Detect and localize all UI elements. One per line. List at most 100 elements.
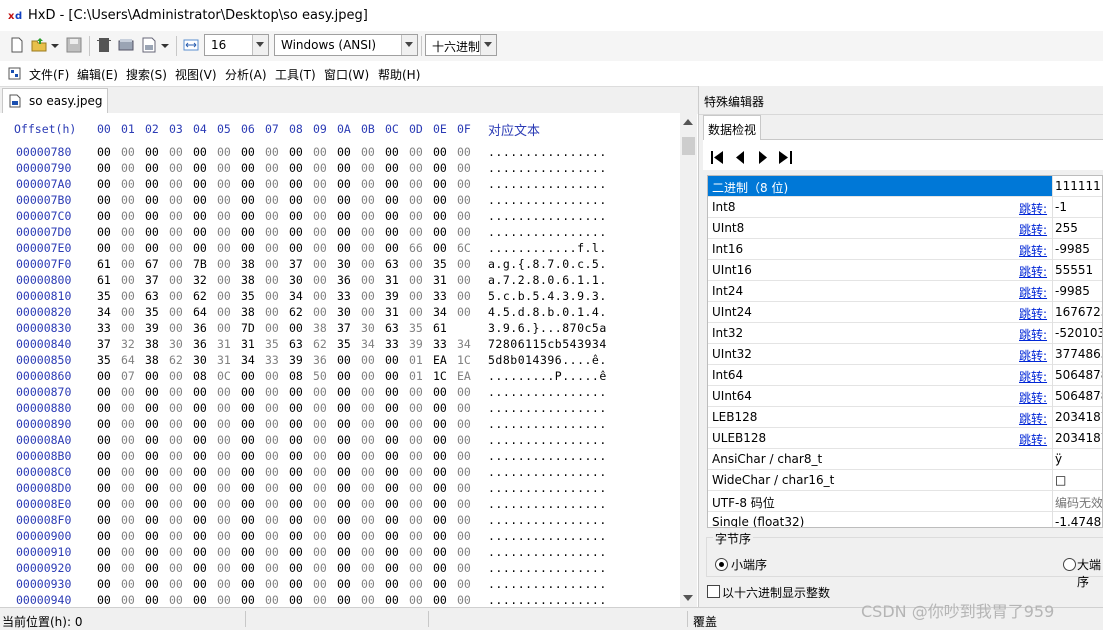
hex-byte[interactable]: 00	[409, 433, 423, 447]
row-text[interactable]: ................	[488, 161, 607, 175]
hex-row[interactable]: 000007F0 61 00 67 00 7B 00 38 00 37 00 30 00 63 00 35 00…	[0, 257, 680, 273]
hex-byte[interactable]: 00	[193, 401, 207, 415]
hex-byte[interactable]: 00	[313, 209, 327, 223]
hex-byte[interactable]: 00	[265, 273, 279, 287]
hex-byte[interactable]: 00	[145, 369, 159, 383]
hex-byte[interactable]: 00	[145, 241, 159, 255]
hex-byte[interactable]: 00	[241, 465, 255, 479]
hex-byte[interactable]: 00	[313, 145, 327, 159]
inspector-row[interactable]: 二进制（8 位) 11111111	[708, 176, 1102, 197]
hex-byte[interactable]: 00	[241, 241, 255, 255]
hex-byte[interactable]: 00	[457, 177, 471, 191]
menu-window[interactable]: 窗口(W)	[324, 66, 369, 83]
hex-byte[interactable]: 00	[193, 593, 207, 607]
hex-byte[interactable]: 00	[265, 193, 279, 207]
hex-byte[interactable]: 00	[361, 561, 375, 575]
hex-byte[interactable]: 00	[145, 593, 159, 607]
hex-byte[interactable]: 00	[385, 209, 399, 223]
hex-byte[interactable]: 35	[265, 337, 279, 351]
hex-byte[interactable]: 00	[241, 561, 255, 575]
jump-link[interactable]: 跳转:	[1019, 431, 1047, 448]
hex-byte[interactable]: 34	[241, 353, 255, 367]
hex-byte[interactable]: 00	[409, 577, 423, 591]
hex-row[interactable]: 00000790 00 00 00 00 00 00 00 00 00 00 00 00 00 00 00 00…	[0, 161, 680, 177]
hex-byte[interactable]: 33	[97, 321, 111, 335]
hex-byte[interactable]: 00	[385, 193, 399, 207]
hex-byte[interactable]: 00	[289, 209, 303, 223]
scroll-up-icon[interactable]	[683, 119, 693, 125]
hex-byte[interactable]: 00	[361, 593, 375, 607]
hex-byte[interactable]: 31	[385, 305, 399, 319]
inspector-value[interactable]: □	[1055, 473, 1066, 487]
hex-byte[interactable]: 00	[433, 593, 447, 607]
hex-row[interactable]: 000008C0 00 00 00 00 00 00 00 00 00 00 00 00 00 00 00 00…	[0, 465, 680, 481]
hex-byte[interactable]: 00	[361, 209, 375, 223]
hex-byte[interactable]: 00	[169, 289, 183, 303]
hex-byte[interactable]: 00	[265, 545, 279, 559]
scroll-down-icon[interactable]	[683, 595, 693, 601]
hex-byte[interactable]: 35	[97, 289, 111, 303]
hex-byte[interactable]: 00	[361, 513, 375, 527]
hex-byte[interactable]: 00	[217, 545, 231, 559]
hex-byte[interactable]: 00	[193, 193, 207, 207]
hex-byte[interactable]: 00	[265, 209, 279, 223]
hex-byte[interactable]: 00	[217, 433, 231, 447]
hex-byte[interactable]: 00	[361, 177, 375, 191]
hex-byte[interactable]: 00	[97, 193, 111, 207]
hex-byte[interactable]: 00	[241, 529, 255, 543]
hex-byte[interactable]: 34	[457, 337, 471, 351]
hex-row[interactable]: 00000800 61 00 37 00 32 00 38 00 30 00 36 00 31 00 31 00…	[0, 273, 680, 289]
hex-byte[interactable]: 00	[409, 305, 423, 319]
hex-byte[interactable]: 00	[121, 177, 135, 191]
inspector-row[interactable]: Int24 跳转: -9985	[708, 281, 1102, 302]
hex-row[interactable]: 000008F0 00 00 00 00 00 00 00 00 00 00 00 00 00 00 00 00…	[0, 513, 680, 529]
inspector-row[interactable]: WideChar / char16_t □	[708, 470, 1102, 491]
hex-byte[interactable]: 00	[169, 321, 183, 335]
hex-byte[interactable]: 00	[289, 481, 303, 495]
hex-byte[interactable]: 00	[313, 241, 327, 255]
hex-byte[interactable]: 00	[169, 401, 183, 415]
hex-row[interactable]: 000007B0 00 00 00 00 00 00 00 00 00 00 00 00 00 00 00 00…	[0, 193, 680, 209]
first-icon[interactable]	[711, 151, 724, 164]
hex-byte[interactable]: 00	[145, 561, 159, 575]
hex-byte[interactable]: 00	[433, 561, 447, 575]
hex-byte[interactable]: 00	[169, 497, 183, 511]
hex-row[interactable]: 00000910 00 00 00 00 00 00 00 00 00 00 00 00 00 00 00 00…	[0, 545, 680, 561]
hex-byte[interactable]: 00	[217, 289, 231, 303]
hex-byte[interactable]: 07	[121, 369, 135, 383]
hex-byte[interactable]: 00	[337, 241, 351, 255]
hex-byte[interactable]: 00	[385, 145, 399, 159]
hex-byte[interactable]: 00	[121, 449, 135, 463]
hex-byte[interactable]: 35	[409, 321, 423, 335]
hex-byte[interactable]: 00	[145, 209, 159, 223]
hex-row[interactable]: 00000830 33 00 39 00 36 00 7D 00 00 38 37 30 63 35 61 3.…	[0, 321, 680, 337]
hex-byte[interactable]: 00	[121, 145, 135, 159]
hex-byte[interactable]: 00	[361, 241, 375, 255]
hex-byte[interactable]: 00	[241, 209, 255, 223]
hex-byte[interactable]: 00	[289, 225, 303, 239]
vertical-scrollbar[interactable]	[680, 113, 697, 607]
hex-byte[interactable]: 00	[289, 417, 303, 431]
hex-byte[interactable]: 6C	[457, 241, 471, 255]
hex-byte[interactable]: 00	[361, 385, 375, 399]
hex-byte[interactable]: 00	[169, 177, 183, 191]
hex-byte[interactable]: 00	[361, 577, 375, 591]
menu-help[interactable]: 帮助(H)	[378, 66, 420, 83]
disk-image-icon[interactable]	[141, 37, 157, 53]
hex-byte[interactable]: 00	[361, 273, 375, 287]
hex-byte[interactable]: 00	[121, 289, 135, 303]
hex-byte[interactable]: 00	[409, 497, 423, 511]
hex-byte[interactable]: 00	[241, 577, 255, 591]
hex-byte[interactable]: 00	[121, 465, 135, 479]
hex-byte[interactable]: 00	[457, 417, 471, 431]
hex-byte[interactable]: 00	[265, 465, 279, 479]
hex-byte[interactable]: 00	[457, 433, 471, 447]
hex-byte[interactable]: 00	[217, 529, 231, 543]
hex-byte[interactable]: 00	[337, 369, 351, 383]
hex-byte[interactable]: 37	[289, 257, 303, 271]
hex-byte[interactable]: 30	[193, 353, 207, 367]
hex-byte[interactable]: 00	[385, 385, 399, 399]
hex-byte[interactable]: 00	[313, 289, 327, 303]
hex-byte[interactable]: 00	[409, 561, 423, 575]
hex-byte[interactable]: 00	[409, 545, 423, 559]
